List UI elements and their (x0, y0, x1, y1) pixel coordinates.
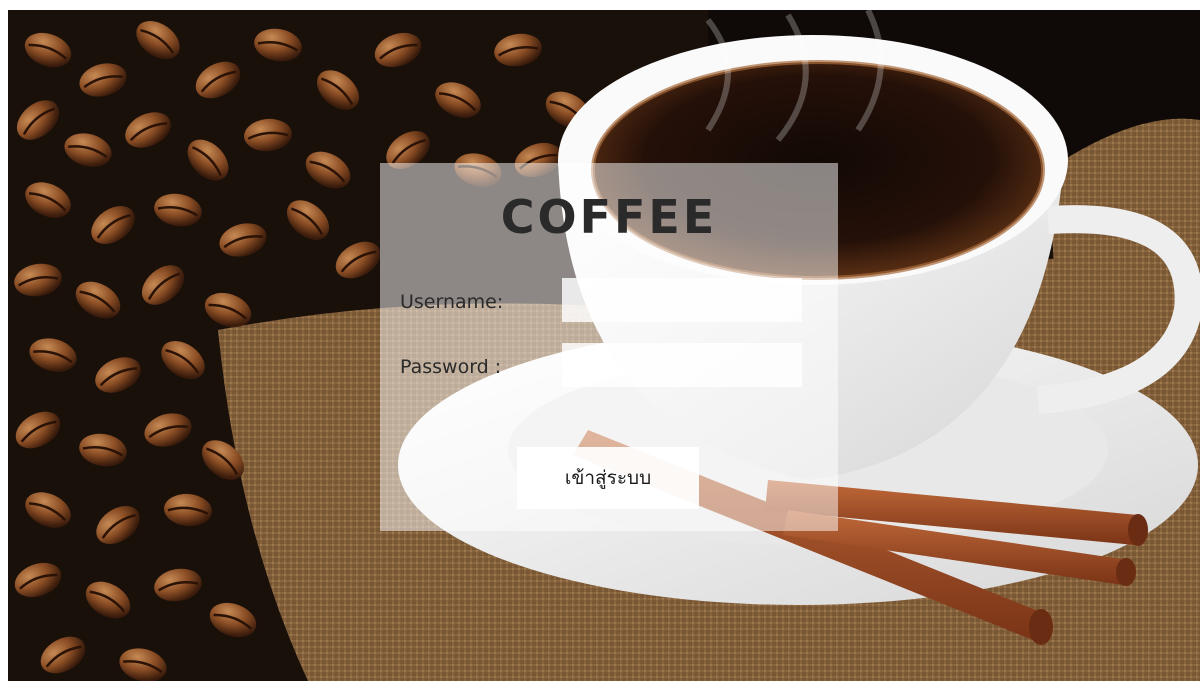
login-screen: COFFEE Username: Password : เข้าสู่ระบบ (8, 10, 1200, 681)
password-label: Password : (400, 356, 502, 378)
brand-title: COFFEE (500, 190, 718, 244)
username-input[interactable] (562, 278, 802, 322)
login-panel: COFFEE Username: Password : เข้าสู่ระบบ (380, 163, 838, 531)
username-label: Username: (400, 291, 504, 313)
password-input[interactable] (562, 343, 802, 387)
login-button[interactable]: เข้าสู่ระบบ (517, 447, 699, 509)
